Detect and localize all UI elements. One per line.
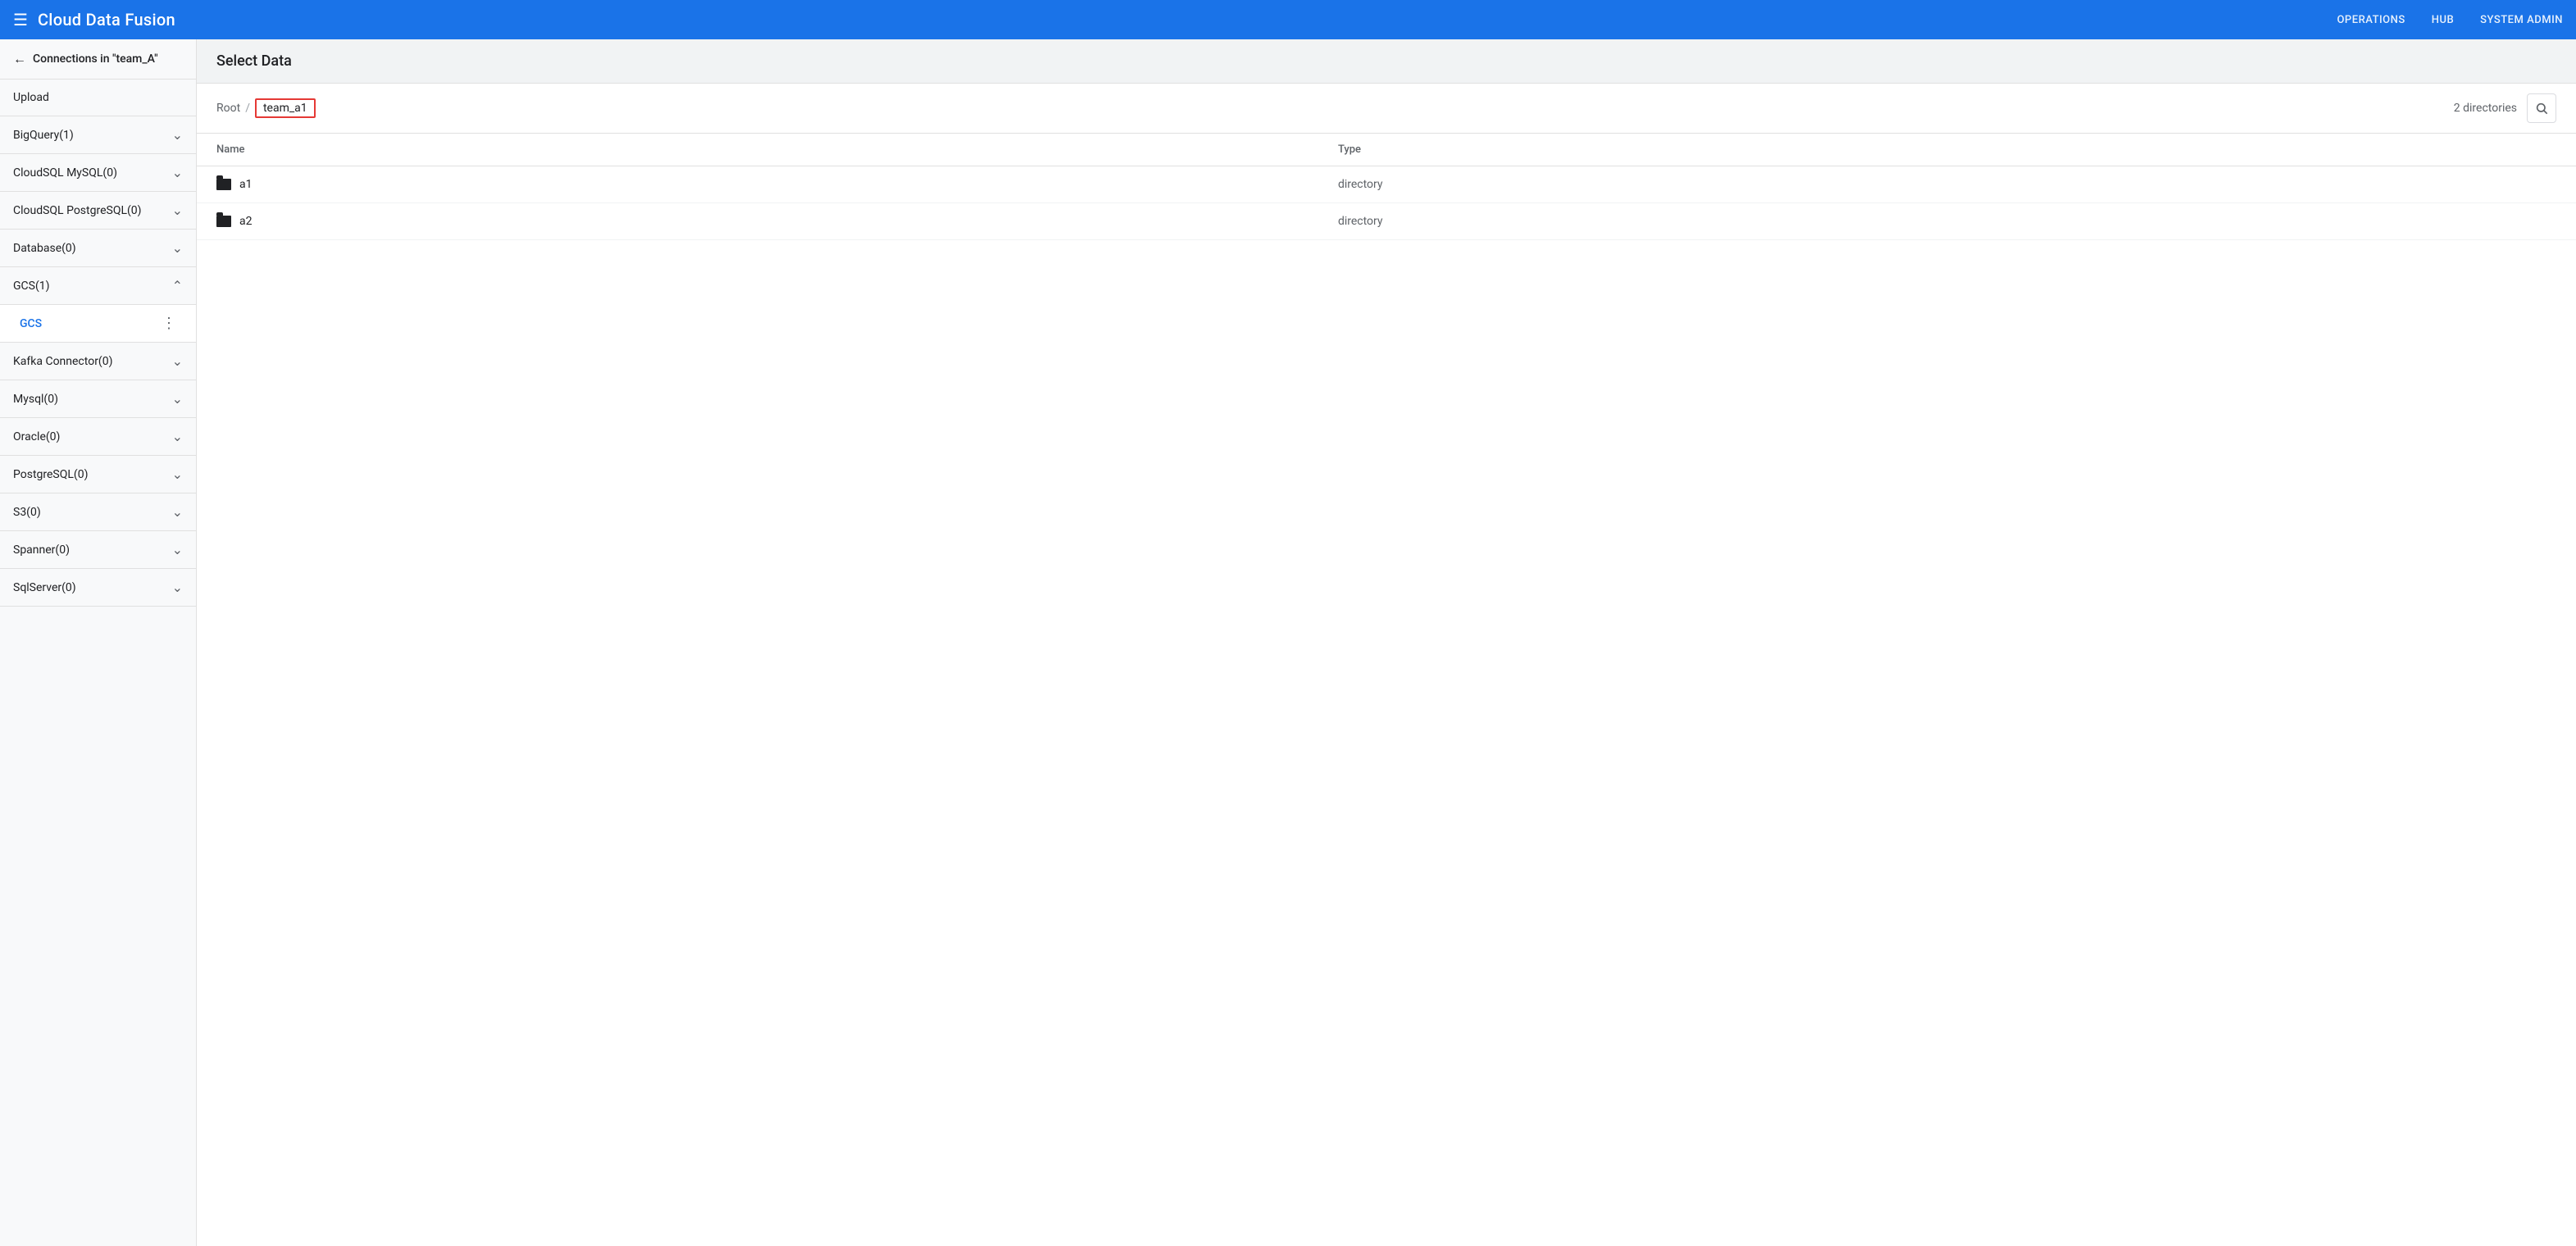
chevron-down-icon: ⌄ [172, 240, 183, 256]
file-name: a1 [239, 178, 252, 191]
sidebar-item-bigquery[interactable]: BigQuery(1) ⌄ [0, 116, 196, 154]
chevron-down-icon: ⌄ [172, 504, 183, 520]
sidebar-item-sqlserver[interactable]: SqlServer(0) ⌄ [0, 569, 196, 607]
nav-system-admin[interactable]: SYSTEM ADMIN [2480, 14, 2563, 26]
row-type: directory [1318, 203, 2576, 240]
folder-icon [216, 179, 231, 190]
table-row[interactable]: a2 directory [197, 203, 2576, 240]
chevron-down-icon: ⌄ [172, 580, 183, 595]
col-name: Name [197, 134, 1318, 166]
sidebar-item-cloudsql-mysql[interactable]: CloudSQL MySQL(0) ⌄ [0, 154, 196, 192]
directories-count: 2 directories [2454, 102, 2517, 115]
page-header: Select Data [197, 39, 2576, 84]
row-name: a1 [197, 166, 1318, 203]
sidebar-upload[interactable]: Upload [0, 80, 196, 116]
sidebar-item-postgresql[interactable]: PostgreSQL(0) ⌄ [0, 456, 196, 493]
sidebar-item-kafka[interactable]: Kafka Connector(0) ⌄ [0, 343, 196, 380]
file-name: a2 [239, 215, 252, 228]
gcs-subitem-label: GCS [20, 317, 42, 330]
chevron-down-icon: ⌄ [172, 165, 183, 180]
breadcrumb-current[interactable]: team_a1 [255, 98, 316, 118]
nav-links: OPERATIONS HUB SYSTEM ADMIN [2337, 14, 2563, 26]
sidebar-item-oracle[interactable]: Oracle(0) ⌄ [0, 418, 196, 456]
search-icon [2535, 102, 2548, 115]
col-type: Type [1318, 134, 2576, 166]
table-row[interactable]: a1 directory [197, 166, 2576, 203]
sidebar-item-mysql[interactable]: Mysql(0) ⌄ [0, 380, 196, 418]
nav-operations[interactable]: OPERATIONS [2337, 14, 2405, 26]
app-title: Cloud Data Fusion [38, 10, 2337, 30]
data-table: Name Type a1 directory a2 directory [197, 134, 2576, 240]
breadcrumb: Root / team_a1 [216, 98, 316, 118]
chevron-down-icon: ⌄ [172, 391, 183, 407]
sidebar-item-cloudsql-postgresql[interactable]: CloudSQL PostgreSQL(0) ⌄ [0, 192, 196, 230]
top-nav: ☰ Cloud Data Fusion OPERATIONS HUB SYSTE… [0, 0, 2576, 39]
main-content: Select Data Root / team_a1 2 directories [197, 39, 2576, 1246]
breadcrumb-separator: / [245, 102, 250, 115]
sidebar: ← Connections in "team_A" Upload BigQuer… [0, 39, 197, 1246]
page-title: Select Data [216, 52, 2556, 70]
chevron-down-icon: ⌄ [172, 466, 183, 482]
table-body: a1 directory a2 directory [197, 166, 2576, 240]
back-arrow-icon: ← [13, 51, 26, 67]
sidebar-item-spanner[interactable]: Spanner(0) ⌄ [0, 531, 196, 569]
chevron-down-icon: ⌄ [172, 353, 183, 369]
sidebar-item-database[interactable]: Database(0) ⌄ [0, 230, 196, 267]
table-header-row: Name Type [197, 134, 2576, 166]
nav-hub[interactable]: HUB [2432, 14, 2454, 26]
sidebar-back-link[interactable]: ← Connections in "team_A" [0, 39, 196, 80]
chevron-down-icon: ⌄ [172, 429, 183, 444]
sidebar-back-label: Connections in "team_A" [33, 52, 158, 66]
breadcrumb-root[interactable]: Root [216, 102, 240, 115]
sidebar-item-gcs[interactable]: GCS(1) ⌃ [0, 267, 196, 305]
row-name: a2 [197, 203, 1318, 240]
chevron-down-icon: ⌄ [172, 127, 183, 143]
more-icon[interactable]: ⋮ [162, 315, 176, 332]
row-type: directory [1318, 166, 2576, 203]
breadcrumb-bar: Root / team_a1 2 directories [197, 84, 2576, 134]
layout: ← Connections in "team_A" Upload BigQuer… [0, 39, 2576, 1246]
search-button[interactable] [2527, 93, 2556, 123]
chevron-down-icon: ⌄ [172, 202, 183, 218]
chevron-up-icon: ⌃ [172, 278, 183, 293]
sidebar-item-s3[interactable]: S3(0) ⌄ [0, 493, 196, 531]
folder-icon [216, 216, 231, 227]
chevron-down-icon: ⌄ [172, 542, 183, 557]
breadcrumb-right: 2 directories [2454, 93, 2556, 123]
menu-icon[interactable]: ☰ [13, 10, 28, 30]
sidebar-subitem-gcs[interactable]: GCS ⋮ [0, 305, 196, 343]
